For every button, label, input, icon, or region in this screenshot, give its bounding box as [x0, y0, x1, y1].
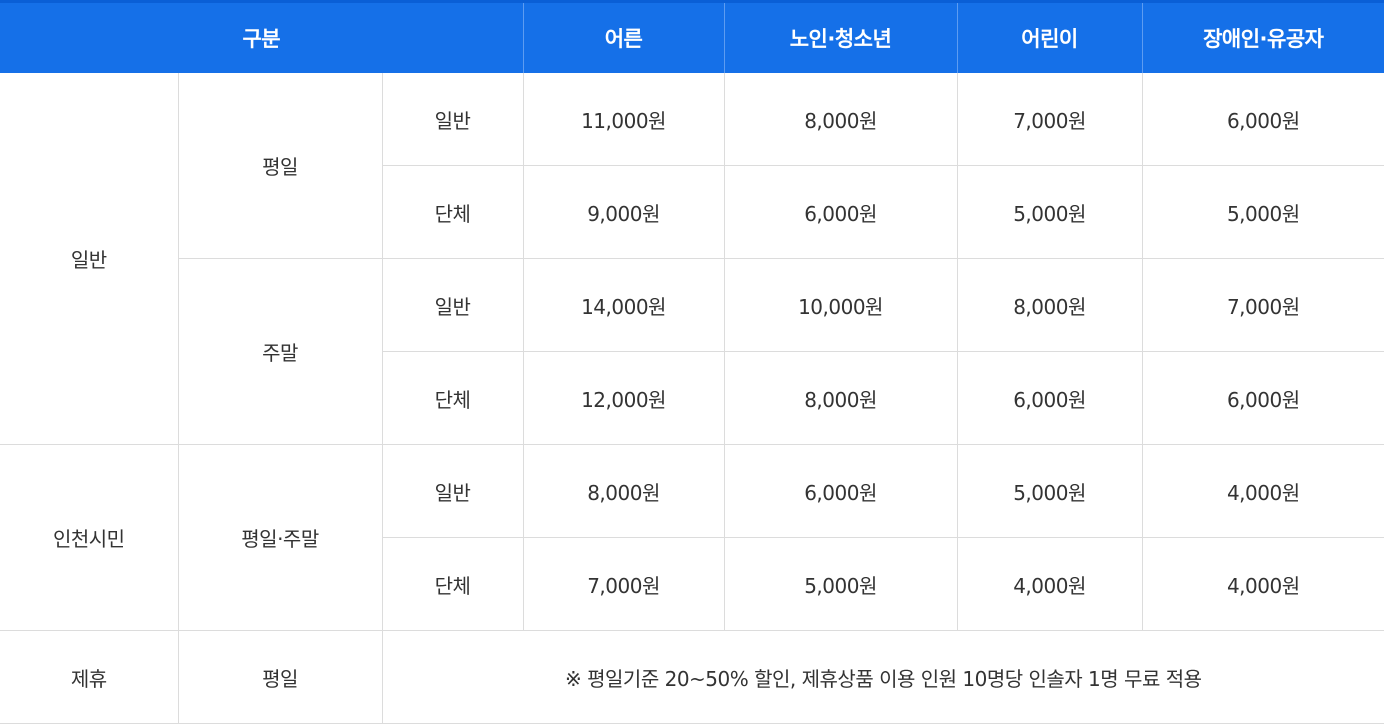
partner-note: ※ 평일기준 20~50% 할인, 제휴상품 이용 인원 10명당 인솔자 1명… — [382, 630, 1384, 724]
price-child: 8,000원 — [957, 258, 1143, 352]
header-adult: 어른 — [523, 3, 725, 73]
group-partner: 제휴 — [0, 630, 179, 724]
price-child: 5,000원 — [957, 444, 1143, 538]
price-child: 4,000원 — [957, 537, 1143, 631]
group-citizen: 인천시민 — [0, 444, 179, 631]
ticket-type: 일반 — [382, 73, 524, 166]
ticket-type: 일반 — [382, 444, 524, 538]
price-child: 5,000원 — [957, 165, 1143, 259]
price-adult: 7,000원 — [523, 537, 725, 631]
period-partner-weekday: 평일 — [178, 630, 383, 724]
ticket-type: 일반 — [382, 258, 524, 352]
price-adult: 11,000원 — [523, 73, 725, 166]
price-senior-youth: 8,000원 — [724, 351, 958, 445]
header-category: 구분 — [0, 3, 524, 73]
price-disabled-merit: 4,000원 — [1142, 444, 1384, 538]
group-general: 일반 — [0, 73, 179, 445]
price-disabled-merit: 6,000원 — [1142, 351, 1384, 445]
price-adult: 8,000원 — [523, 444, 725, 538]
price-adult: 9,000원 — [523, 165, 725, 259]
price-senior-youth: 8,000원 — [724, 73, 958, 166]
table-row: 일반 평일 일반 11,000원 8,000원 7,000원 6,000원 — [0, 73, 1384, 445]
header-disabled-merit: 장애인·유공자 — [1142, 3, 1384, 73]
price-senior-youth: 6,000원 — [724, 444, 958, 538]
price-adult: 12,000원 — [523, 351, 725, 445]
price-child: 7,000원 — [957, 73, 1143, 166]
price-adult: 14,000원 — [523, 258, 725, 352]
ticket-type: 단체 — [382, 165, 524, 259]
price-disabled-merit: 7,000원 — [1142, 258, 1384, 352]
period-weekday-weekend: 평일·주말 — [178, 444, 383, 631]
price-disabled-merit: 6,000원 — [1142, 73, 1384, 166]
price-disabled-merit: 5,000원 — [1142, 165, 1384, 259]
table-row: 주말 일반 14,000원 10,000원 8,000원 7,000원 — [0, 258, 1384, 445]
table-header-row: 구분 어른 노인·청소년 어린이 장애인·유공자 — [0, 3, 1384, 73]
price-senior-youth: 6,000원 — [724, 165, 958, 259]
price-senior-youth: 10,000원 — [724, 258, 958, 352]
price-child: 6,000원 — [957, 351, 1143, 445]
table-row: 인천시민 평일·주말 일반 8,000원 6,000원 5,000원 4,000… — [0, 444, 1384, 631]
header-senior-youth: 노인·청소년 — [724, 3, 958, 73]
ticket-type: 단체 — [382, 537, 524, 631]
price-disabled-merit: 4,000원 — [1142, 537, 1384, 631]
period-weekend: 주말 — [178, 258, 383, 445]
table-row-partner: 제휴 평일 ※ 평일기준 20~50% 할인, 제휴상품 이용 인원 10명당 … — [0, 630, 1384, 724]
ticket-type: 단체 — [382, 351, 524, 445]
price-senior-youth: 5,000원 — [724, 537, 958, 631]
admission-price-table: 구분 어른 노인·청소년 어린이 장애인·유공자 일반 평일 일반 11,000… — [0, 3, 1384, 724]
period-weekday: 평일 — [178, 73, 383, 259]
header-child: 어린이 — [957, 3, 1143, 73]
